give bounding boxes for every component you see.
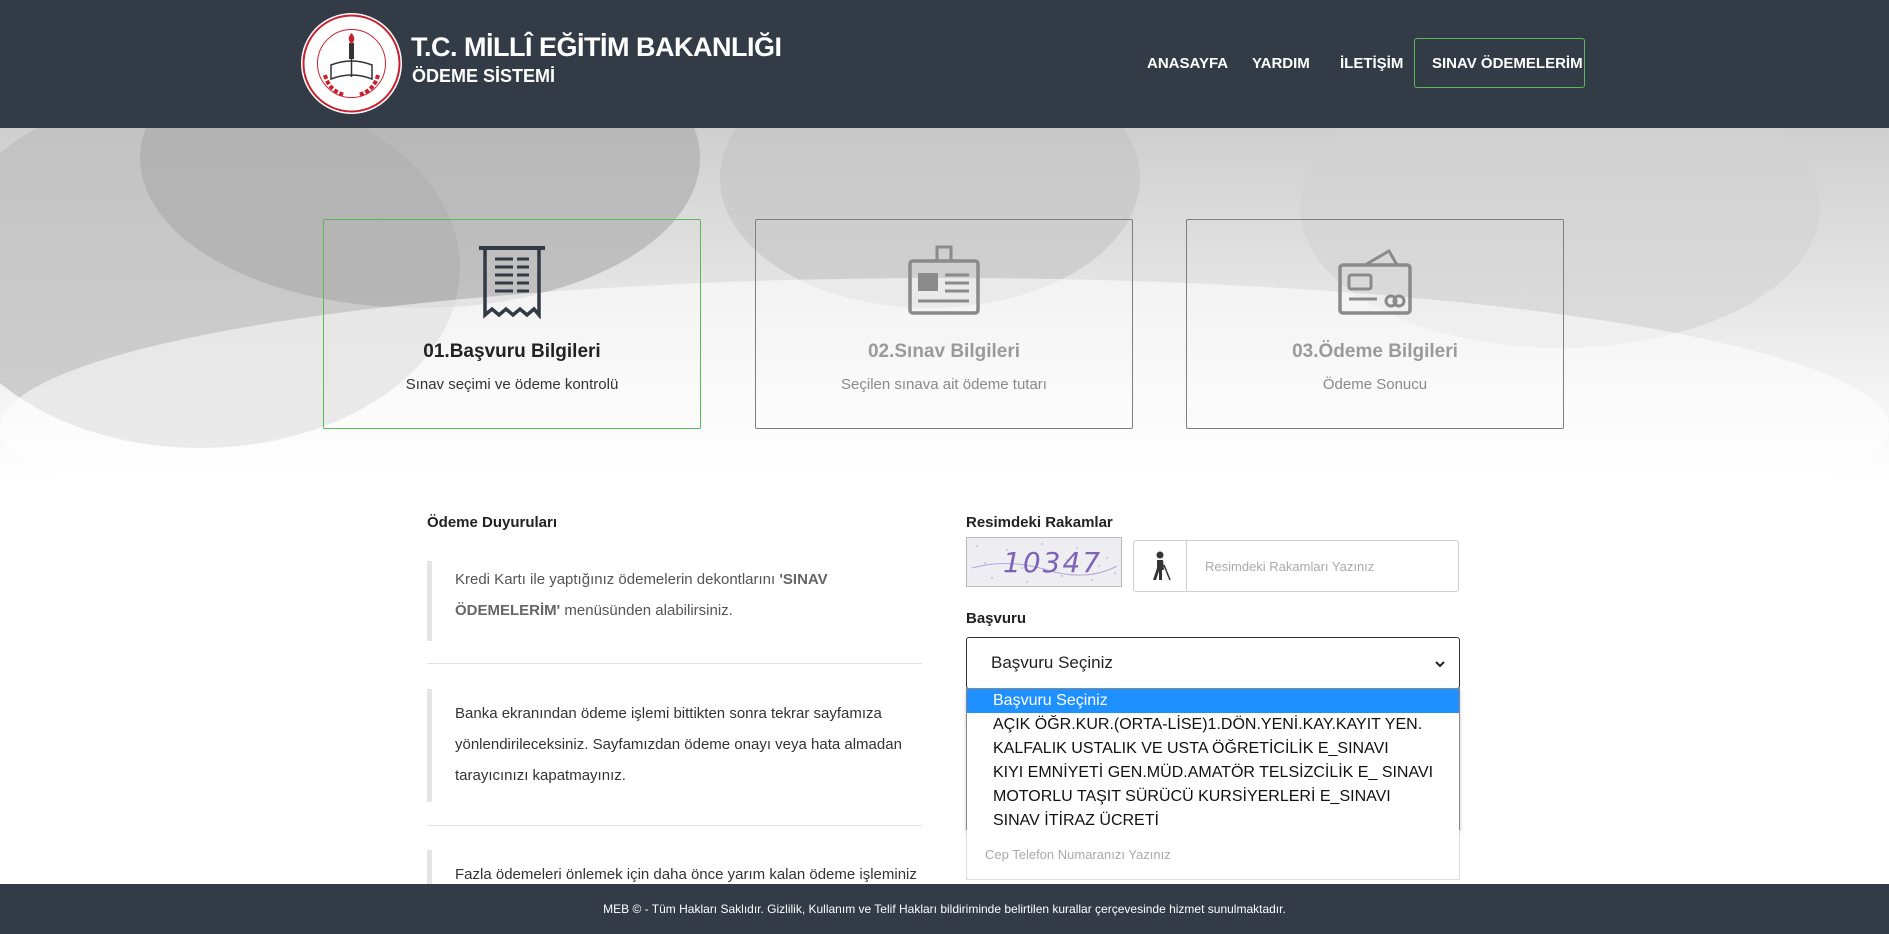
announcement-divider <box>427 825 922 826</box>
accessibility-icon[interactable] <box>1134 541 1187 591</box>
dropdown-option[interactable]: AÇIK ÖĞR.KUR.(ORTA-LİSE)1.DÖN.YENİ.KAY.K… <box>967 713 1459 737</box>
captcha-label: Resimdeki Rakamlar <box>966 514 1113 531</box>
receipt-icon <box>324 245 700 319</box>
step-description: Ödeme Sonucu <box>1322 376 1428 393</box>
step-title: 03.Ödeme Bilgileri <box>1292 341 1458 362</box>
basvuru-selected-value: Başvuru Seçiniz <box>991 653 1113 672</box>
announcement-item: Banka ekranından ödeme işlemi bittikten … <box>427 689 922 802</box>
dropdown-option[interactable]: KALFALIK USTALIK VE USTA ÖĞRETİCİLİK E_S… <box>967 737 1459 761</box>
credit-card-icon <box>1187 245 1563 319</box>
announcement-text: Banka ekranından ödeme işlemi bittikten … <box>455 705 902 784</box>
dropdown-option[interactable]: KIYI EMNİYETİ GEN.MÜD.AMATÖR TELSİZCİLİK… <box>967 761 1459 785</box>
step-description: Seçilen sınava ait ödeme tutarı <box>841 376 1047 393</box>
captcha-image: 10347 <box>966 537 1122 587</box>
step-basvuru-bilgileri: 01.Başvuru Bilgileri Sınav seçimi ve öde… <box>323 219 701 429</box>
nav-iletisim[interactable]: İLETİŞİM <box>1340 38 1403 88</box>
announcements-heading: Ödeme Duyuruları <box>427 514 558 531</box>
step-sinav-bilgileri: 02.Sınav Bilgileri Seçilen sınava ait öd… <box>755 219 1133 429</box>
captcha-text: 10347 <box>1003 546 1103 579</box>
announcement-item: Fazla ödemeleri önlemek için daha önce y… <box>427 850 922 884</box>
dropdown-option[interactable]: Başvuru Seçiniz <box>967 689 1459 713</box>
announcement-item: Kredi Kartı ile yaptığınız ödemelerin de… <box>427 561 922 641</box>
step-title: 01.Başvuru Bilgileri <box>423 341 601 362</box>
meb-logo[interactable] <box>301 13 402 114</box>
footer: MEB © - Tüm Hakları Saklıdır. Gizlilik, … <box>0 884 1889 934</box>
basvuru-label: Başvuru <box>966 610 1027 627</box>
captcha-input[interactable] <box>1187 541 1458 591</box>
basvuru-select[interactable]: Başvuru Seçiniz <box>966 637 1460 689</box>
announcement-text: Kredi Kartı ile yaptığınız ödemelerin de… <box>455 571 780 588</box>
announcement-divider <box>427 663 922 664</box>
step-title: 02.Sınav Bilgileri <box>867 341 1021 362</box>
footer-text: MEB © - Tüm Hakları Saklıdır. Gizlilik, … <box>603 902 1286 916</box>
basvuru-dropdown-list: Başvuru Seçiniz AÇIK ÖĞR.KUR.(ORTA-LİSE)… <box>966 688 1460 831</box>
announcement-text: Fazla ödemeleri önlemek için daha önce y… <box>455 866 917 883</box>
step-description: Sınav seçimi ve ödeme kontrolü <box>405 376 619 393</box>
nav-sinav-odemelerim[interactable]: SINAV ÖDEMELERİM <box>1414 38 1585 88</box>
brand-title: T.C. MİLLÎ EĞİTİM BAKANLIĞI <box>411 32 782 62</box>
step-odeme-bilgileri: 03.Ödeme Bilgileri Ödeme Sonucu <box>1186 219 1564 429</box>
meb-logo-icon <box>302 14 401 113</box>
captcha-input-group <box>1133 540 1459 592</box>
chevron-down-icon <box>1433 656 1447 676</box>
nav-anasayfa[interactable]: ANASAYFA <box>1147 38 1228 88</box>
brand-subtitle: ÖDEME SİSTEMİ <box>412 66 556 86</box>
announcement-text: menüsünden alabilirsiniz. <box>560 602 733 619</box>
id-card-icon <box>756 245 1132 319</box>
top-header: T.C. MİLLÎ EĞİTİM BAKANLIĞI ÖDEME SİSTEM… <box>0 0 1889 128</box>
nav-yardim[interactable]: YARDIM <box>1252 38 1310 88</box>
phone-input[interactable] <box>966 830 1460 880</box>
dropdown-option[interactable]: MOTORLU TAŞIT SÜRÜCÜ KURSİYERLERİ E_SINA… <box>967 785 1459 809</box>
